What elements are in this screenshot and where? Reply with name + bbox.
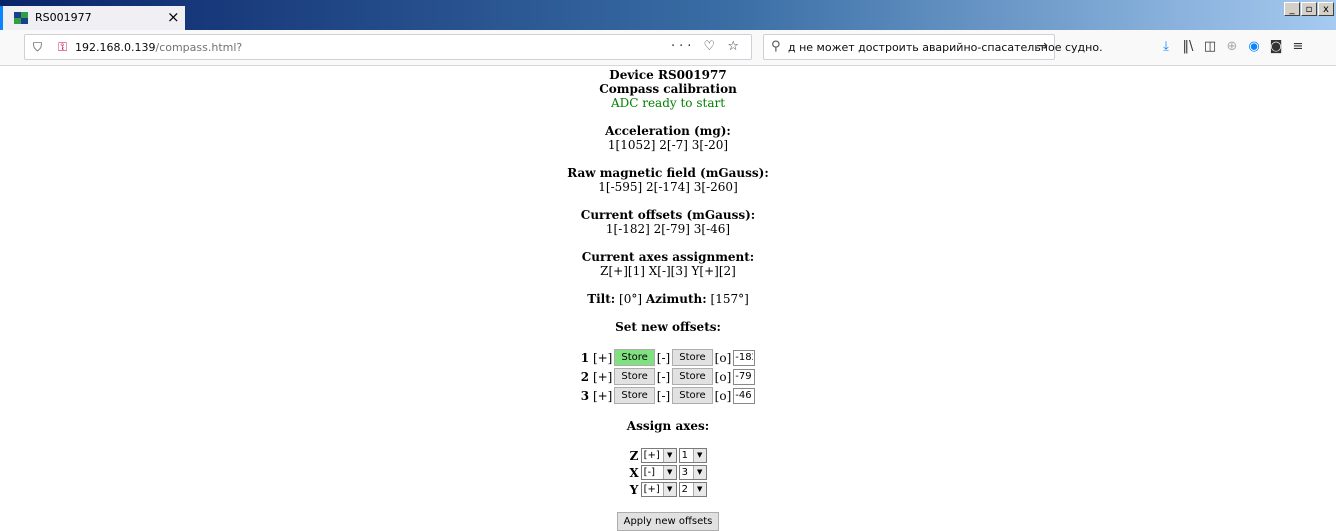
raw-field-values: 1[-595] 2[-174] 3[-260] <box>598 180 738 194</box>
menu-icon[interactable]: ≡ <box>1287 39 1309 54</box>
chevron-down-icon: ▼ <box>692 483 706 496</box>
assign-axes-label: Assign axes: <box>626 419 710 433</box>
index-select-z[interactable]: 1 ▼ <box>678 448 707 463</box>
search-icon: ⚲ <box>771 39 781 54</box>
status-text: ADC ready to start <box>610 96 726 110</box>
index-select-value: 1 <box>681 450 689 461</box>
toolbar-icons: ⤓ ‖\ ◫ ⊕ ◉ ◙ ≡ <box>1155 39 1309 54</box>
chevron-down-icon: ▼ <box>692 466 706 479</box>
globe-icon[interactable]: ⊕ <box>1221 39 1243 54</box>
chevron-down-icon: ▼ <box>662 466 676 479</box>
download-icon[interactable]: ⤓ <box>1155 39 1177 54</box>
tracking-shield-icon[interactable]: ⛉ <box>33 40 42 55</box>
assign-axes-table: Z [+] ▼ 1 ▼ X [-] ▼ 3 ▼ Y [+] ▼ 2 ▼ <box>628 447 707 498</box>
store-minus-button-1[interactable]: Store <box>672 349 713 366</box>
insecure-lock-icon[interactable]: ⚿ <box>58 40 67 55</box>
window-controls: _ ▫ x <box>1284 2 1334 16</box>
minus-label: [-] <box>656 369 671 384</box>
sign-select-value: [+] <box>643 450 660 461</box>
assign-row-z: Z [+] ▼ 1 ▼ <box>628 447 707 464</box>
offset-row-1: 1 [+] Store [-] Store [o] <box>580 348 757 367</box>
browser-tab[interactable]: RS001977 × <box>0 6 185 30</box>
page-subtitle: Compass calibration <box>599 82 737 96</box>
search-input[interactable]: д не может достроить аварийно-спасательн… <box>788 41 1103 54</box>
chevron-down-icon: ▼ <box>662 483 676 496</box>
offset-axis-label: 2 <box>580 369 590 384</box>
assign-row-x: X [-] ▼ 3 ▼ <box>628 464 707 481</box>
tilt-value: [0°] <box>619 292 643 306</box>
search-bar[interactable]: ⚲ д не может достроить аварийно-спасател… <box>763 34 1103 60</box>
tilt-azimuth-line: Tilt: [0°] Azimuth: [157°] <box>0 292 1336 306</box>
url-text: 192.168.0.139/compass.html? <box>75 41 242 54</box>
navigation-toolbar: ⛉ ⚿ 192.168.0.139/compass.html? ··· ♡ ☆ … <box>0 30 1336 66</box>
search-go-icon[interactable]: → <box>1036 38 1048 54</box>
accel-label: Acceleration (mg): <box>605 124 731 138</box>
zero-label: [o] <box>714 388 732 403</box>
plus-label: [+] <box>592 388 613 403</box>
account-icon[interactable]: ◙ <box>1265 39 1287 54</box>
offset-row-2: 2 [+] Store [-] Store [o] <box>580 367 757 386</box>
store-plus-button-1[interactable]: Store <box>614 349 655 366</box>
offset-input-1[interactable] <box>733 349 756 366</box>
tab-title: RS001977 <box>35 11 92 24</box>
window-titlebar: RS001977 × _ ▫ x <box>0 0 1336 30</box>
minimize-button[interactable]: _ <box>1284 2 1300 16</box>
sidebar-icon[interactable]: ◫ <box>1199 39 1221 54</box>
current-offsets-values: 1[-182] 2[-79] 3[-46] <box>605 222 731 236</box>
store-plus-button-3[interactable]: Store <box>614 387 655 404</box>
offset-axis-label: 3 <box>580 388 590 403</box>
library-icon[interactable]: ‖\ <box>1177 39 1199 54</box>
minus-label: [-] <box>656 350 671 365</box>
offset-input-3[interactable] <box>733 387 756 404</box>
offset-input-2[interactable] <box>733 368 756 385</box>
plus-label: [+] <box>592 369 613 384</box>
axes-assignment-values: Z[+][1] X[-][3] Y[+][2] <box>600 264 736 278</box>
store-minus-button-3[interactable]: Store <box>672 387 713 404</box>
offset-row-3: 3 [+] Store [-] Store [o] <box>580 386 757 405</box>
accel-values: 1[1052] 2[-7] 3[-20] <box>607 138 729 152</box>
chevron-down-icon: ▼ <box>662 449 676 462</box>
sign-select-value: [+] <box>643 484 660 495</box>
offsets-table: 1 [+] Store [-] Store [o] 2 [+] Store [-… <box>580 348 757 405</box>
assign-axis-label: Y <box>629 482 639 497</box>
assign-axis-label: Z <box>629 448 639 463</box>
zero-label: [o] <box>714 350 732 365</box>
device-title: Device RS001977 <box>609 68 727 82</box>
sign-select-y[interactable]: [+] ▼ <box>640 482 677 497</box>
current-offsets-label: Current offsets (mGauss): <box>580 208 756 222</box>
sign-select-z[interactable]: [+] ▼ <box>640 448 677 463</box>
azimuth-value: [157°] <box>710 292 749 306</box>
offset-axis-label: 1 <box>580 350 590 365</box>
compass-page: Device RS001977 Compass calibration ADC … <box>0 68 1336 531</box>
restore-button[interactable]: ▫ <box>1301 2 1317 16</box>
page-actions-icons[interactable]: ··· ♡ ☆ <box>671 39 743 54</box>
index-select-value: 3 <box>681 467 689 478</box>
plus-label: [+] <box>592 350 613 365</box>
extension-icon[interactable]: ◉ <box>1243 39 1265 54</box>
close-tab-icon[interactable]: × <box>167 8 180 26</box>
url-host: 192.168.0.139 <box>75 41 156 54</box>
minus-label: [-] <box>656 388 671 403</box>
chevron-down-icon: ▼ <box>692 449 706 462</box>
sign-select-x[interactable]: [-] ▼ <box>640 465 677 480</box>
raw-field-label: Raw magnetic field (mGauss): <box>567 166 769 180</box>
index-select-x[interactable]: 3 ▼ <box>678 465 707 480</box>
store-plus-button-2[interactable]: Store <box>614 368 655 385</box>
url-path: /compass.html? <box>155 41 243 54</box>
assign-row-y: Y [+] ▼ 2 ▼ <box>628 481 707 498</box>
axes-assignment-label: Current axes assignment: <box>581 250 755 264</box>
apply-offsets-button[interactable]: Apply new offsets <box>616 512 720 531</box>
index-select-y[interactable]: 2 ▼ <box>678 482 707 497</box>
close-window-button[interactable]: x <box>1318 2 1334 16</box>
index-select-value: 2 <box>681 484 689 495</box>
set-offsets-label: Set new offsets: <box>615 320 721 334</box>
sign-select-value: [-] <box>643 467 656 478</box>
tilt-label: Tilt: <box>587 292 616 306</box>
url-bar[interactable]: ⛉ ⚿ 192.168.0.139/compass.html? ··· ♡ ☆ <box>24 34 752 60</box>
zero-label: [o] <box>714 369 732 384</box>
assign-axis-label: X <box>629 465 639 480</box>
azimuth-label: Azimuth: <box>645 292 707 306</box>
store-minus-button-2[interactable]: Store <box>672 368 713 385</box>
favicon-icon <box>14 12 28 24</box>
